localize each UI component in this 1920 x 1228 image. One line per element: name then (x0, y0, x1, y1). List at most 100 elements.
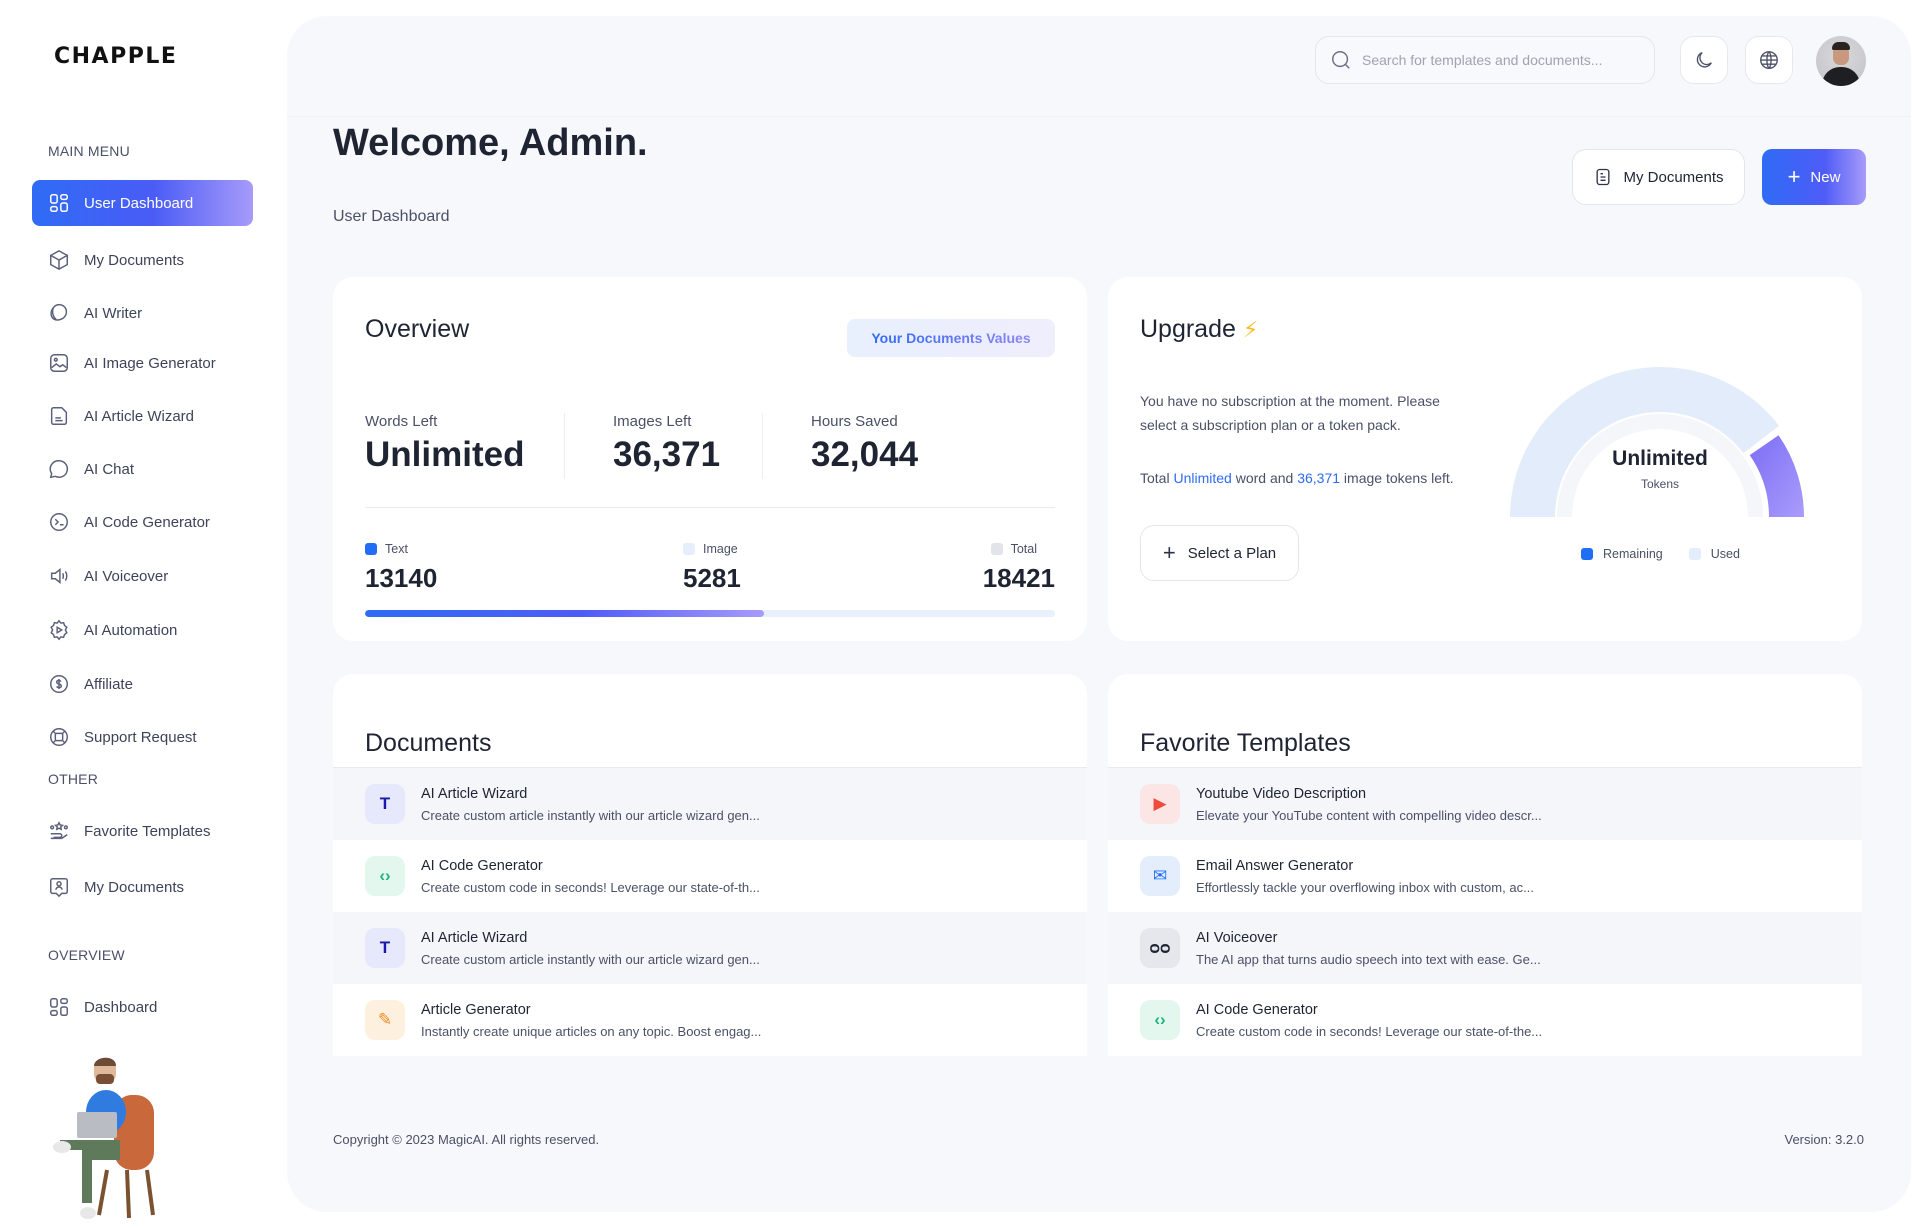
gauge-legend: Remaining Used (1581, 547, 1766, 561)
list-item[interactable]: T AI Article Wizard Create custom article … (333, 768, 1087, 840)
search-input[interactable] (1362, 52, 1642, 68)
new-button[interactable]: + New (1762, 149, 1866, 205)
my-documents-button[interactable]: My Documents (1572, 149, 1745, 205)
legend-swatch (683, 543, 695, 555)
image-icon (48, 352, 70, 374)
list-item[interactable]: ▶ Youtube Video Description Elevate your Y… (1108, 768, 1862, 840)
total-mid: word and (1235, 470, 1294, 486)
sidebar-item-my-documents[interactable]: My Documents (32, 237, 253, 283)
list-item-description: Create custom code in seconds! Leverage … (1196, 1023, 1543, 1039)
speaker-icon (48, 565, 70, 587)
gauge-unit: Tokens (1640, 477, 1680, 491)
user-avatar[interactable] (1816, 36, 1866, 86)
moon-icon (1696, 52, 1712, 68)
sidebar-item-user-dashboard[interactable]: User Dashboard (32, 180, 253, 226)
favorite-templates-card: Favorite Templates ▶ Youtube Video Descri… (1108, 674, 1862, 1058)
list-item-title: Youtube Video Description (1196, 785, 1367, 802)
stat-value-images-left: 36,371 (613, 435, 721, 474)
list-item-text: AI Voiceover The AI app that turns audio … (1196, 930, 1541, 967)
favorites-header: Favorite Templates (1108, 674, 1862, 768)
legend-remaining: Remaining (1581, 547, 1663, 561)
documents-values-badge[interactable]: Your Documents Values (847, 319, 1055, 357)
select-plan-button[interactable]: + Select a Plan (1140, 525, 1299, 581)
gauge-value: Unlimited (1612, 447, 1708, 470)
youtube-icon: ▶ (1140, 784, 1180, 824)
upgrade-description: You have no subscription at the moment. … (1140, 393, 1440, 433)
sidebar-item-ai-chat[interactable]: AI Chat (32, 446, 253, 492)
sidebar-item-favorite-templates[interactable]: Favorite Templates (32, 808, 253, 854)
list-item-description: Create custom code in seconds! Leverage … (421, 879, 760, 895)
upgrade-title-text: Upgrade (1140, 315, 1236, 343)
section-label-overview: OVERVIEW (48, 947, 125, 963)
badge-label: Your Documents Values (871, 330, 1031, 346)
list-item-description: Create custom article instantly with our… (421, 951, 760, 967)
search-box[interactable] (1315, 36, 1655, 84)
sidebar-item-label: AI Voiceover (84, 567, 169, 585)
sidebar-item-my-documents-other[interactable]: My Documents (32, 864, 253, 910)
list-item[interactable]: ✎ Article Generator Instantly create uniqu… (333, 984, 1087, 1056)
sidebar-item-dashboard[interactable]: Dashboard (32, 984, 253, 1030)
grid-icon (48, 996, 70, 1018)
sidebar-item-label: AI Automation (84, 621, 178, 639)
section-label-main-menu: MAIN MENU (48, 143, 130, 159)
header-divider (287, 116, 1911, 117)
list-item[interactable]: ‹› AI Code Generator Create custom code in… (333, 840, 1087, 912)
legend-used: Used (1688, 547, 1740, 561)
grid-icon (48, 192, 70, 214)
list-item-text: Article Generator Instantly create unique… (421, 1002, 761, 1039)
stat-divider (564, 413, 565, 479)
sidebar-item-ai-voiceover[interactable]: AI Voiceover (32, 553, 253, 599)
main-panel: Welcome, Admin. User Dashboard My Docume… (287, 16, 1911, 1212)
sidebar-item-ai-article-wizard[interactable]: AI Article Wizard (32, 393, 253, 439)
list-item[interactable]: T AI Article Wizard Create custom article … (333, 912, 1087, 984)
text-t-icon: T (365, 784, 405, 824)
sidebar-item-support-request[interactable]: Support Request (32, 714, 253, 760)
legend-label: Remaining (1603, 547, 1663, 561)
stat-value-hours-saved: 32,044 (811, 435, 919, 474)
sidebar-item-affiliate[interactable]: Affiliate (32, 661, 253, 707)
sidebar-item-ai-writer[interactable]: AI Writer (32, 290, 253, 336)
legend-image: Image (683, 542, 738, 556)
legend-label: Image (703, 542, 738, 556)
upgrade-title: Upgrade ⚡ (1140, 315, 1258, 344)
list-item-title: AI Article Wizard (421, 785, 528, 802)
favorites-title: Favorite Templates (1140, 729, 1351, 757)
sidebar-item-label: Affiliate (84, 675, 133, 693)
list-item-title: AI Article Wizard (421, 929, 528, 946)
list-item-description: The AI app that turns audio speech into … (1196, 951, 1541, 967)
avatar-body (1822, 67, 1860, 86)
brand-logo[interactable]: CHAPPLE (54, 44, 177, 69)
list-item-text: AI Code Generator Create custom code in s… (421, 858, 760, 895)
terminal-icon (48, 511, 70, 533)
user-doc-icon (48, 876, 70, 898)
sidebar-item-label: AI Article Wizard (84, 407, 195, 425)
language-button[interactable] (1745, 36, 1793, 84)
gauge-remaining-arc (1510, 367, 1780, 517)
sidebar-item-ai-code-generator[interactable]: AI Code Generator (32, 499, 253, 545)
stat-value-words-left: Unlimited (365, 435, 525, 474)
list-item-text: Email Answer Generator Effortlessly tackl… (1196, 858, 1534, 895)
list-item[interactable]: ‹› AI Code Generator Create custom code in… (1108, 984, 1862, 1056)
document-icon (1596, 168, 1610, 186)
list-item[interactable]: ✉ Email Answer Generator Effortlessly tack… (1108, 840, 1862, 912)
list-item-title: Article Generator (421, 1001, 531, 1018)
usage-progress-fill (365, 610, 764, 617)
sidebar-item-ai-image-generator[interactable]: AI Image Generator (32, 340, 253, 386)
sidebar-item-ai-automation[interactable]: AI Automation (32, 607, 253, 653)
tokens-gauge (1510, 367, 1804, 517)
sidebar-item-label: AI Writer (84, 304, 143, 322)
sidebar-item-label: AI Code Generator (84, 513, 210, 531)
overview-card: Overview Your Documents Values Words Lef… (333, 277, 1087, 641)
list-item-text: AI Article Wizard Create custom article i… (421, 930, 760, 967)
total-images-value: 36,371 (1297, 470, 1341, 486)
search-icon (1332, 51, 1350, 69)
upgrade-card: Upgrade ⚡ You have no subscription at th… (1108, 277, 1862, 641)
select-plan-label: Select a Plan (1187, 544, 1277, 562)
email-icon: ✉ (1140, 856, 1180, 896)
avatar-hair (1832, 42, 1850, 50)
my-documents-label: My Documents (1623, 168, 1724, 186)
theme-toggle-button[interactable] (1680, 36, 1728, 84)
legend-text: Text (365, 542, 408, 556)
list-item-title: AI Code Generator (1196, 1001, 1318, 1018)
list-item[interactable]: ᴑᴑ AI Voiceover The AI app that turns audi… (1108, 912, 1862, 984)
